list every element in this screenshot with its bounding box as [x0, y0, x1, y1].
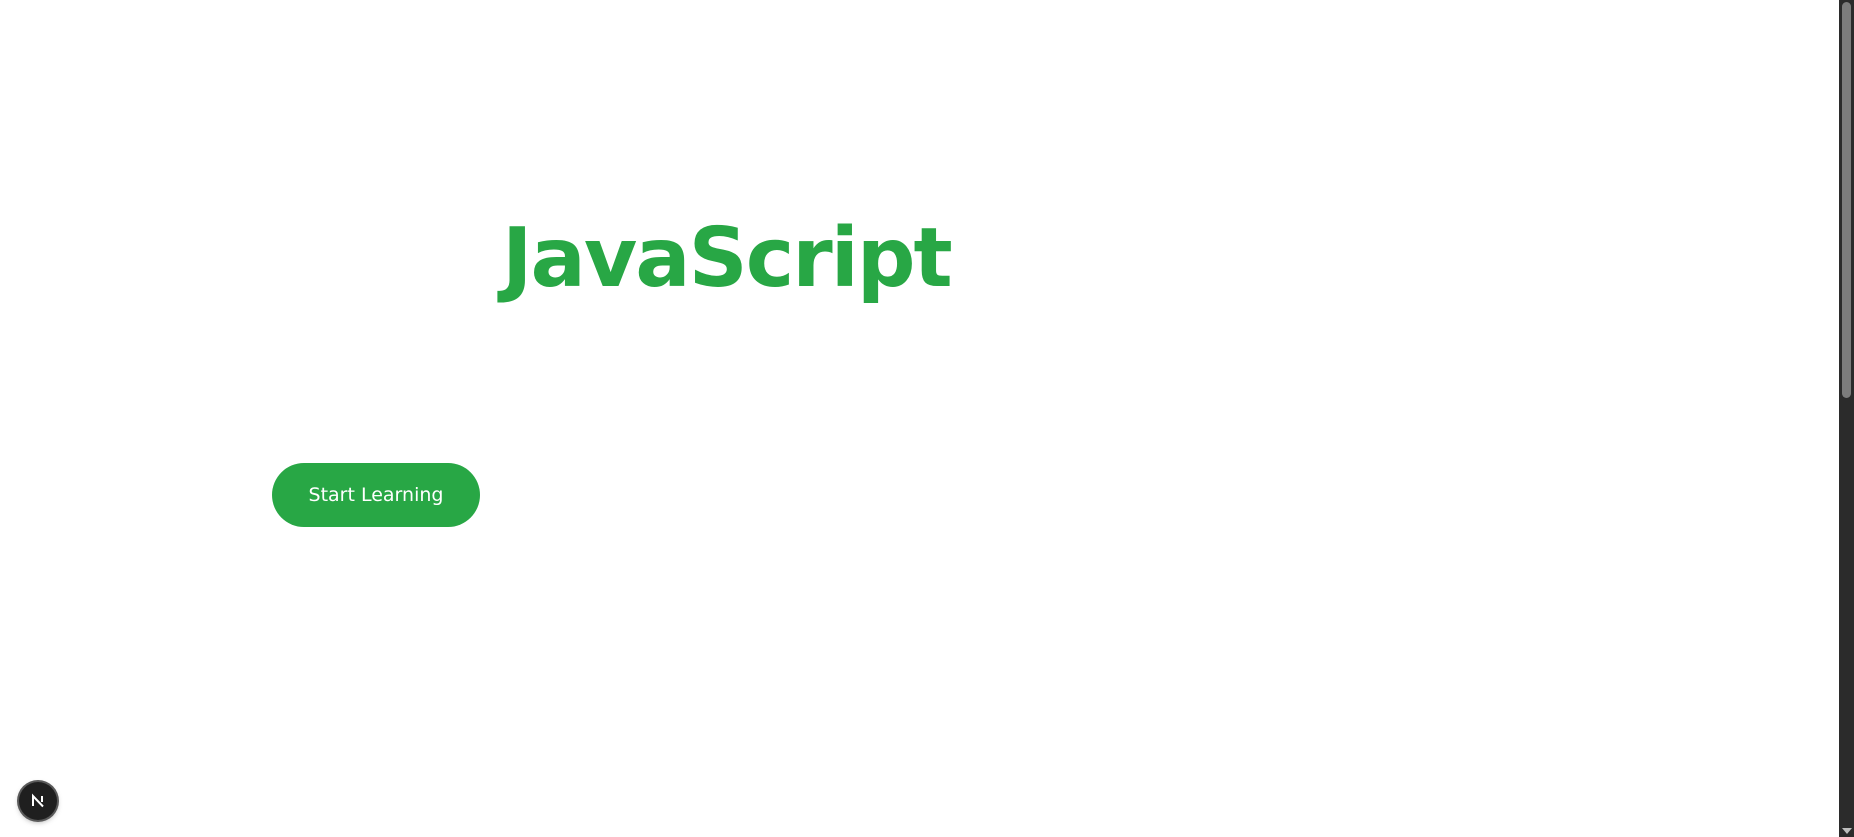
- vertical-scrollbar[interactable]: [1839, 0, 1854, 837]
- nextjs-logo-icon: [32, 793, 44, 808]
- scroll-down-arrow-icon[interactable]: [1842, 828, 1852, 834]
- nextjs-dev-indicator-button[interactable]: [19, 782, 57, 820]
- start-learning-button[interactable]: Start Learning: [272, 463, 480, 527]
- scrollbar-thumb[interactable]: [1842, 2, 1851, 398]
- hero-title: JavaScript: [502, 211, 953, 306]
- page: JavaScript Start Learning: [0, 0, 1854, 837]
